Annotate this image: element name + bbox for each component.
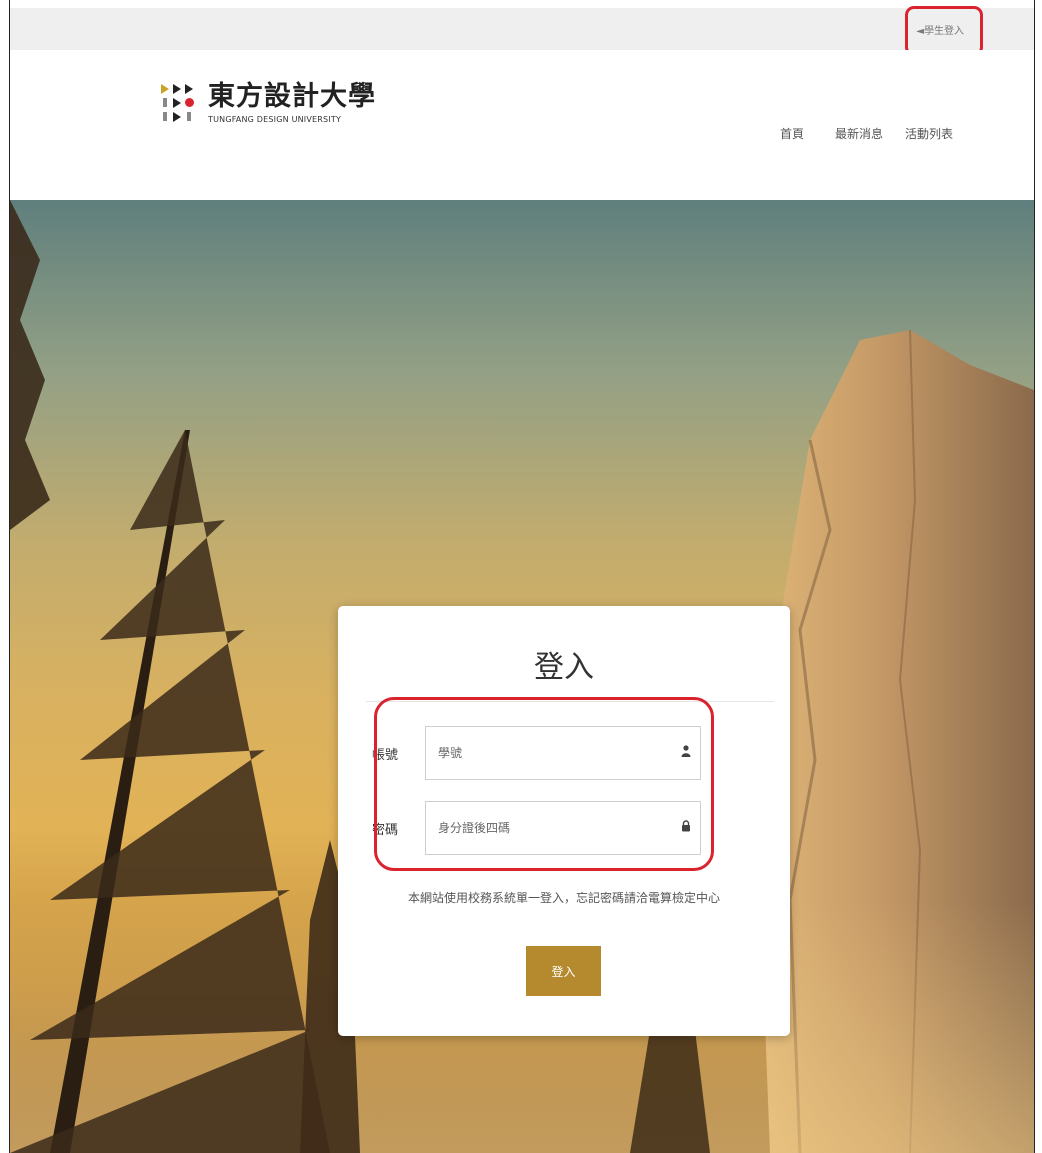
login-title: 登入 [534, 650, 594, 685]
nav-news[interactable]: 最新消息 [835, 125, 883, 142]
logo-mark-icon [160, 83, 194, 123]
annotation-highlight-login-link [905, 6, 983, 56]
nav-home[interactable]: 首頁 [780, 125, 804, 142]
top-bar: ◄學生登入 [10, 8, 1034, 51]
logo-chinese-name: 東方設計大學 [208, 81, 376, 112]
site-header: 東方設計大學 TUNGFANG DESIGN UNIVERSITY 首頁 最新消… [10, 50, 1034, 200]
right-frame-border [1034, 0, 1042, 1153]
login-button[interactable]: 登入 [526, 946, 601, 996]
nav-activities[interactable]: 活動列表 [905, 125, 953, 142]
logo-english-name: TUNGFANG DESIGN UNIVERSITY [208, 115, 342, 124]
annotation-highlight-fields [374, 697, 714, 871]
sso-note: 本網站使用校務系統單一登入，忘記密碼請洽電算檢定中心 [407, 891, 720, 905]
left-frame-border [0, 0, 10, 1153]
university-logo[interactable]: 東方設計大學 TUNGFANG DESIGN UNIVERSITY [160, 82, 376, 124]
